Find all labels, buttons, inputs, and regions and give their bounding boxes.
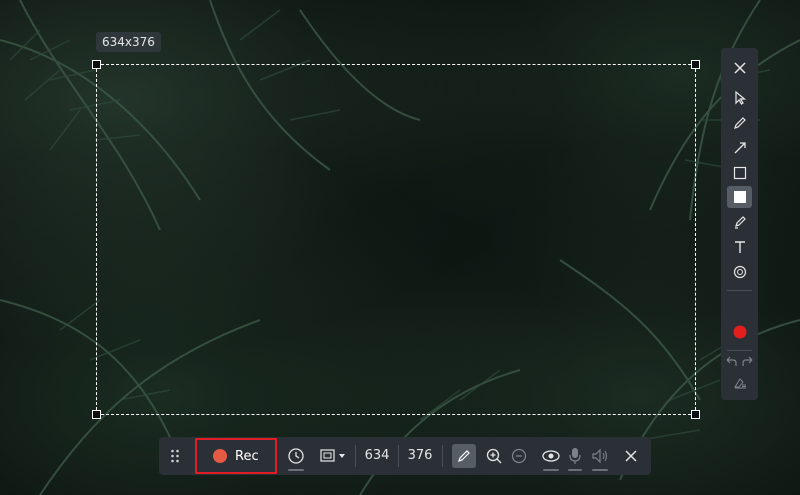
- resize-handle-bottom-right[interactable]: [691, 410, 700, 419]
- toolbar-divider: [442, 445, 443, 467]
- system-audio-underline: [592, 469, 608, 471]
- drag-handle-icon[interactable]: [165, 437, 185, 475]
- webcam-underline: [543, 469, 559, 471]
- timer-underline: [288, 469, 304, 471]
- resize-handle-top-left[interactable]: [92, 60, 101, 69]
- pen-icon[interactable]: [727, 112, 752, 134]
- resize-handle-bottom-left[interactable]: [92, 410, 101, 419]
- rectangle-outline-icon[interactable]: [727, 162, 752, 184]
- record-button[interactable]: Rec: [195, 438, 277, 474]
- text-icon[interactable]: [727, 236, 752, 258]
- arrow-line-icon[interactable]: [727, 137, 752, 159]
- redo-icon[interactable]: [740, 351, 756, 373]
- undo-icon[interactable]: [723, 351, 739, 373]
- filled-rectangle-icon[interactable]: [727, 186, 752, 208]
- region-preset-dropdown[interactable]: [317, 437, 353, 475]
- width-input[interactable]: 634: [356, 445, 398, 467]
- zoom-in-icon[interactable]: [483, 437, 505, 475]
- height-input[interactable]: 376: [399, 445, 441, 467]
- panel-divider: [727, 290, 752, 291]
- annotation-panel: [721, 48, 758, 400]
- microphone-underline: [568, 469, 582, 471]
- capture-region[interactable]: [92, 60, 700, 419]
- highlighter-icon[interactable]: [727, 211, 752, 233]
- color-picker-icon[interactable]: [727, 321, 752, 343]
- resize-handle-top-right[interactable]: [691, 60, 700, 69]
- blur-icon[interactable]: [727, 261, 752, 283]
- selection-size-label: 634x376: [96, 32, 161, 52]
- record-dot-icon: [213, 449, 227, 463]
- close-toolbar-icon[interactable]: [620, 437, 642, 475]
- zoom-out-icon[interactable]: [508, 437, 530, 475]
- recording-toolbar: Rec 634 376: [159, 437, 651, 475]
- select-arrow-icon[interactable]: [727, 87, 752, 109]
- clear-icon[interactable]: [727, 371, 752, 393]
- record-button-label: Rec: [235, 448, 259, 464]
- annotate-pen-icon[interactable]: [452, 444, 476, 468]
- close-icon[interactable]: [727, 57, 752, 79]
